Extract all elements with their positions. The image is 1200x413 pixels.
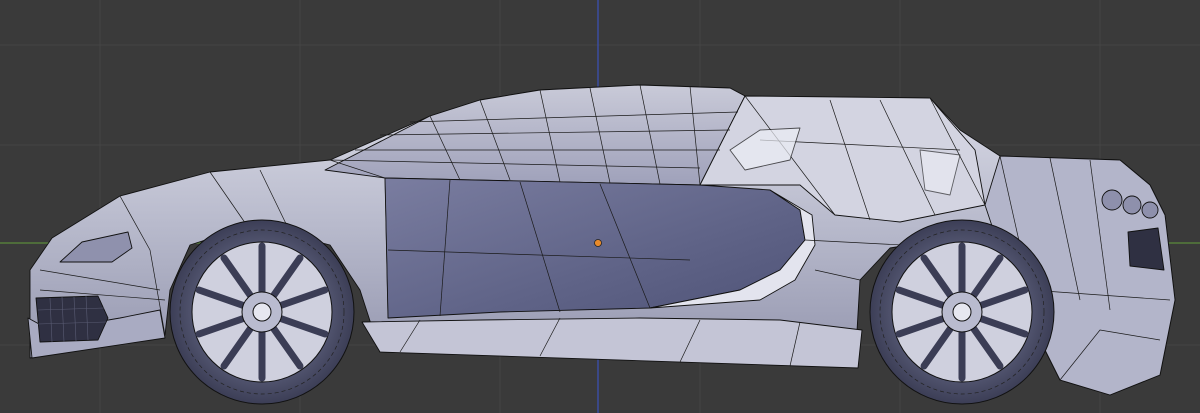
rear-intake: [1127, 227, 1165, 271]
front-wheel[interactable]: [169, 219, 355, 405]
rear-wheel[interactable]: [869, 219, 1055, 405]
side-skirt: [361, 317, 863, 369]
front-intake: [35, 295, 109, 343]
object-origin-point[interactable]: [594, 239, 602, 247]
3d-viewport[interactable]: [0, 0, 1200, 413]
viewport-canvas[interactable]: [0, 0, 1200, 413]
